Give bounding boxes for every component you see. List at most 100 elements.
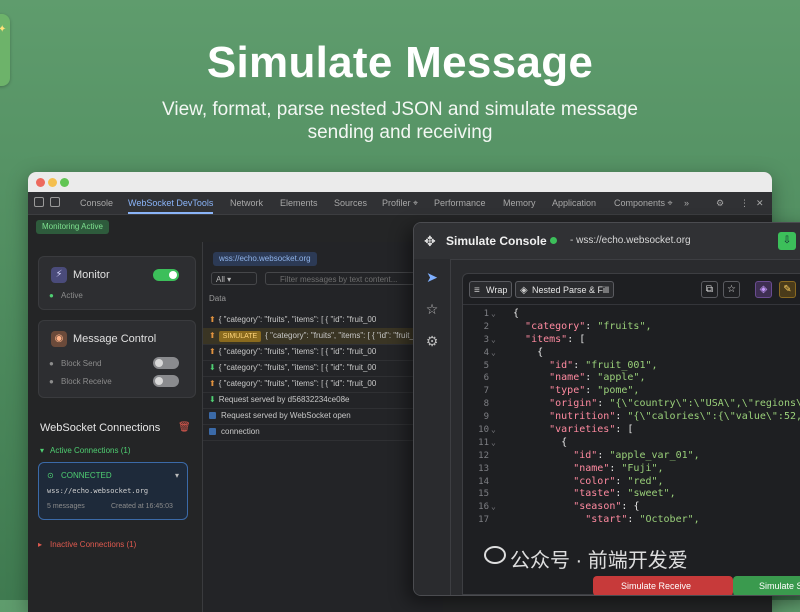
trash-icon[interactable]: 🗑 — [178, 422, 191, 433]
json-key: "id" — [573, 449, 598, 461]
simulate-receive-button[interactable]: Simulate Receive — [593, 576, 733, 595]
wrap-button[interactable]: ≡ Wrap — [469, 281, 513, 298]
status-dot-icon: ● — [49, 291, 54, 300]
chevron-down-icon[interactable]: ▾ — [175, 471, 179, 480]
chevron-down-icon[interactable]: ▾ — [40, 446, 44, 455]
block-send-label: Block Send — [61, 359, 102, 368]
code-text: "origin": "{\"country\":\"USA\",\"region… — [513, 398, 800, 411]
block-receive-toggle[interactable] — [153, 375, 179, 387]
arrow-up-icon: ⬆ — [209, 379, 216, 388]
simulate-send-button[interactable]: Simulate Send — [733, 576, 800, 595]
block-send-toggle[interactable] — [153, 357, 179, 369]
tab-memory[interactable]: Memory — [503, 198, 536, 208]
close-icon[interactable]: ✕ — [756, 198, 764, 209]
code-text: { — [513, 308, 520, 319]
line-number: 3 — [483, 334, 489, 345]
log-row[interactable]: Request served by WebSocket open — [203, 408, 443, 425]
chevron-right-icon[interactable]: ▸ — [38, 540, 42, 549]
tab-websocket-devtools[interactable]: WebSocket DevTools — [128, 198, 214, 214]
format-icon[interactable]: ◈ — [755, 281, 772, 298]
star-icon[interactable]: ☆ — [424, 301, 440, 317]
star-icon[interactable]: ☆ — [723, 281, 740, 298]
active-connections-label[interactable]: Active Connections (1) — [50, 446, 130, 455]
log-row-text: { "category": "fruits", "items": [ { "id… — [218, 363, 377, 372]
pin-button[interactable]: ⇩ — [778, 232, 796, 250]
code-text: "nutrition": "{\"calories\":{\"value\":5… — [513, 411, 800, 424]
edit-icon[interactable]: ✎ — [779, 281, 796, 298]
more-menu-icon[interactable]: ⋮ — [740, 198, 749, 209]
code-line: 7 "type": "pome", — [463, 385, 800, 398]
log-row-text: { "category": "fruits", "items": [ { "id… — [218, 315, 377, 324]
tab-elements[interactable]: Elements — [280, 198, 318, 208]
connection-status-dot — [550, 237, 557, 244]
nested-parse-button[interactable]: ◈ Nested Parse & Fill — [515, 281, 615, 298]
connection-card[interactable]: ⊙ CONNECTED ▾ wss://echo.websocket.org 5… — [38, 462, 188, 520]
message-control-card: ◉ Message Control ● Block Send ● Block R… — [38, 320, 196, 398]
log-row-text: { "category": "fruits", "items": [ { "id… — [218, 347, 377, 356]
code-line: 8 "origin": "{\"country\":\"USA\",\"regi… — [463, 398, 800, 411]
gear-icon[interactable]: ⚙ — [424, 333, 440, 349]
log-row[interactable]: connection — [203, 424, 443, 441]
connection-status: CONNECTED — [61, 471, 112, 480]
log-row[interactable]: ⬆{ "category": "fruits", "items": [ { "i… — [203, 376, 443, 393]
gear-icon[interactable]: ⚙ — [716, 198, 724, 209]
inactive-connections-label[interactable]: Inactive Connections (1) — [50, 540, 136, 549]
line-number: 2 — [483, 321, 489, 332]
log-row[interactable]: ⬇ Request served by d56832234ce08e — [203, 392, 443, 409]
code-line: 14 "color": "red", — [463, 476, 800, 489]
log-row-text: Request served by d56832234ce08e — [218, 395, 350, 404]
move-icon[interactable]: ✥ — [424, 233, 436, 250]
code-line: 11 ⌄ { — [463, 437, 800, 450]
tab-sources[interactable]: Sources — [334, 198, 367, 208]
log-row[interactable]: ⬆{ "category": "fruits", "items": [ { "i… — [203, 344, 443, 361]
tab-console[interactable]: Console — [80, 198, 113, 208]
block-receive-label: Block Receive — [61, 377, 112, 386]
json-value: "Fuji", — [621, 462, 664, 474]
log-row[interactable]: ⬆{ "category": "fruits", "items": [ { "i… — [203, 312, 443, 329]
copy-icon[interactable]: ⧉ — [701, 281, 718, 298]
more-tabs-button[interactable]: » — [684, 198, 689, 208]
line-number: 9 — [483, 412, 489, 423]
json-key: "origin" — [549, 398, 598, 410]
hero-title: Simulate Message — [206, 38, 594, 87]
wechat-logo-icon — [484, 546, 506, 564]
code-text: "taste": "sweet", — [573, 488, 676, 500]
line-number: 11 — [478, 437, 489, 448]
code-text: "color": "red", — [573, 475, 664, 487]
layers-icon: ◈ — [520, 285, 528, 296]
json-key: "varieties" — [549, 424, 616, 436]
inspect-icon[interactable] — [34, 197, 44, 207]
minimize-window-button[interactable] — [48, 178, 57, 187]
json-value: "sweet", — [627, 488, 676, 500]
console-url: - wss://echo.websocket.org — [570, 235, 691, 246]
code-line: 9 "nutrition": "{\"calories\":{\"value\"… — [463, 411, 800, 424]
arrow-down-icon: ⬇ — [209, 363, 216, 372]
tab-performance[interactable]: Performance — [434, 198, 486, 208]
line-number: 14 — [478, 476, 489, 487]
filter-select[interactable]: All ▾ — [211, 272, 257, 285]
filter-input[interactable]: Filter messages by text content... — [265, 272, 435, 285]
code-line: 15 "taste": "sweet", — [463, 488, 800, 501]
device-icon[interactable] — [50, 197, 60, 207]
info-icon — [209, 412, 216, 420]
code-line: 13 "name": "Fuji", — [463, 463, 800, 476]
tab-application[interactable]: Application — [552, 198, 596, 208]
code-line: 5 "id": "fruit_001", — [463, 360, 800, 373]
filter-placeholder: Filter messages by text content... — [280, 275, 398, 284]
line-number: 12 — [478, 450, 489, 461]
fold-icon: ⌄ — [491, 502, 496, 512]
line-number: 8 — [483, 399, 489, 410]
code-area[interactable]: 1 ⌄{ 2 "category": "fruits", 3 ⌄ "items": … — [463, 308, 800, 527]
console-header[interactable]: ✥ Simulate Console - wss://echo.websocke… — [414, 223, 800, 260]
created-time: Created at 16:45:03 — [111, 503, 173, 510]
send-icon[interactable]: ➤ — [424, 269, 440, 285]
monitor-toggle[interactable] — [153, 269, 179, 281]
code-line: 2 "category": "fruits", — [463, 321, 800, 334]
tab-profiler[interactable]: Profiler ⌖ — [382, 198, 418, 209]
tab-network[interactable]: Network — [230, 198, 263, 208]
log-row[interactable]: ⬆ SIMULATE{ "category": "fruits", "items"… — [203, 328, 443, 345]
tab-components[interactable]: Components ⌖ — [614, 198, 673, 209]
close-window-button[interactable] — [36, 178, 45, 187]
maximize-window-button[interactable] — [60, 178, 69, 187]
log-row[interactable]: ⬇{ "category": "fruits", "items": [ { "i… — [203, 360, 443, 377]
